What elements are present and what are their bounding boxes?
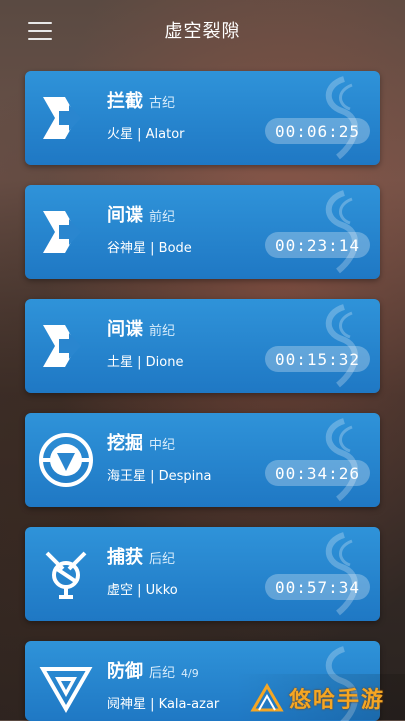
page-title: 虚空裂隙 [164, 21, 241, 42]
top-bar: 虚空裂隙 [0, 0, 405, 60]
excavation-icon [39, 433, 93, 487]
mission-card[interactable]: 间谍 前纪 谷神星 | Bode 00:23:14 [25, 185, 380, 279]
mission-era: 前纪 [149, 210, 176, 225]
mission-timer: 00:57:34 [264, 574, 370, 600]
mission-type: 挖掘 中纪 [107, 433, 176, 454]
hamburger-menu-icon[interactable] [28, 22, 52, 40]
mission-timer: 00:23:14 [264, 232, 370, 258]
mission-era: 后纪 [149, 666, 176, 681]
mission-type: 捕获 后纪 [107, 547, 176, 568]
mission-era: 中纪 [149, 438, 176, 453]
mission-location: 火星 | Alator [107, 127, 185, 142]
mission-era: 前纪 [149, 324, 176, 339]
mission-card[interactable]: 挖掘 中纪 海王星 | Despina 00:34:26 [25, 413, 380, 507]
mission-type: 间谍 前纪 [107, 319, 176, 340]
mission-type: 间谍 前纪 [107, 205, 176, 226]
defense-icon [39, 667, 93, 714]
mission-card[interactable]: 拦截 古纪 火星 | Alator 00:06:25 [25, 71, 380, 165]
capture-icon [45, 551, 87, 599]
mission-era: 后纪 [149, 552, 176, 567]
mission-count: 4/9 [181, 667, 199, 680]
mission-card[interactable]: 捕获 后纪 虚空 | Ukko 00:57:34 [25, 527, 380, 621]
mission-era: 古纪 [149, 96, 176, 111]
mission-type: 防御 后纪 4/9 [107, 661, 199, 682]
mission-timer: 00:06:25 [264, 118, 370, 144]
brand-text: 悠哈手游 [289, 687, 386, 713]
mission-timer: 00:34:26 [264, 460, 370, 486]
mission-location: 海王星 | Despina [107, 469, 212, 484]
mission-timer: 00:15:32 [264, 346, 370, 372]
brand-watermark: 悠哈手游 [235, 674, 405, 720]
mission-location: 土星 | Dione [107, 355, 184, 370]
mission-location: 阋神星 | Kala-azar [107, 697, 220, 712]
mission-card[interactable]: 间谍 前纪 土星 | Dione 00:15:32 [25, 299, 380, 393]
mission-location: 虚空 | Ukko [107, 583, 178, 598]
mission-location: 谷神星 | Bode [107, 241, 192, 256]
mission-list: 拦截 古纪 火星 | Alator 00:06:25 间谍 前纪 谷神星 | Bod… [25, 71, 380, 721]
spy-icon [43, 211, 81, 253]
brand-logo-icon [250, 683, 284, 712]
spy-icon [43, 325, 81, 367]
mission-type: 拦截 古纪 [107, 91, 176, 112]
interception-icon [43, 97, 81, 139]
